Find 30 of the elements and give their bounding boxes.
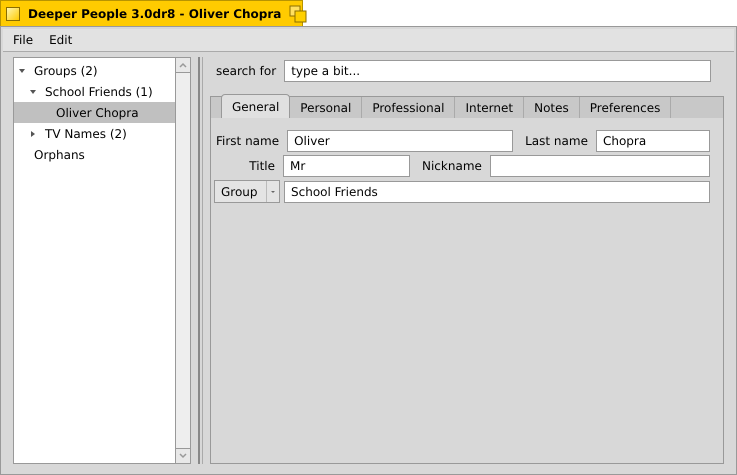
expand-arrow-icon[interactable] bbox=[29, 130, 37, 138]
first-name-field[interactable]: Oliver bbox=[287, 130, 514, 152]
group-field[interactable]: School Friends bbox=[284, 180, 710, 202]
splitter[interactable] bbox=[198, 57, 203, 464]
tree-item[interactable]: Groups (2) bbox=[14, 60, 175, 81]
last-name-field[interactable]: Chopra bbox=[596, 130, 710, 152]
close-button[interactable] bbox=[6, 6, 20, 20]
field-label: Nickname bbox=[422, 159, 482, 173]
tree-item[interactable]: Oliver Chopra bbox=[14, 102, 175, 123]
scrollbar[interactable] bbox=[175, 58, 190, 463]
collapse-arrow-icon[interactable] bbox=[18, 66, 26, 74]
field-label: First name bbox=[216, 134, 280, 148]
tree-item[interactable]: Orphans bbox=[14, 144, 175, 165]
title-field[interactable]: Mr bbox=[283, 155, 410, 177]
search-field[interactable]: type a bit... bbox=[284, 60, 711, 82]
scroll-down-icon[interactable] bbox=[179, 453, 187, 459]
window-title: Deeper People 3.0dr8 - Oliver Chopra bbox=[28, 6, 282, 20]
tab[interactable]: General bbox=[221, 94, 290, 118]
search-label: search for bbox=[216, 64, 276, 78]
collapse-arrow-icon[interactable] bbox=[29, 88, 37, 96]
field-label: Last name bbox=[525, 134, 588, 148]
menu-item[interactable]: File bbox=[5, 31, 42, 49]
scroll-up-icon[interactable] bbox=[179, 62, 187, 68]
zoom-button[interactable] bbox=[289, 4, 308, 22]
tree-item[interactable]: TV Names (2) bbox=[14, 123, 175, 144]
nickname-field[interactable] bbox=[490, 155, 710, 177]
field-label: Title bbox=[248, 159, 275, 173]
tree-item[interactable]: School Friends (1) bbox=[14, 81, 175, 102]
group-dropdown[interactable]: Group bbox=[214, 180, 280, 203]
menu-item[interactable]: Edit bbox=[41, 31, 80, 49]
